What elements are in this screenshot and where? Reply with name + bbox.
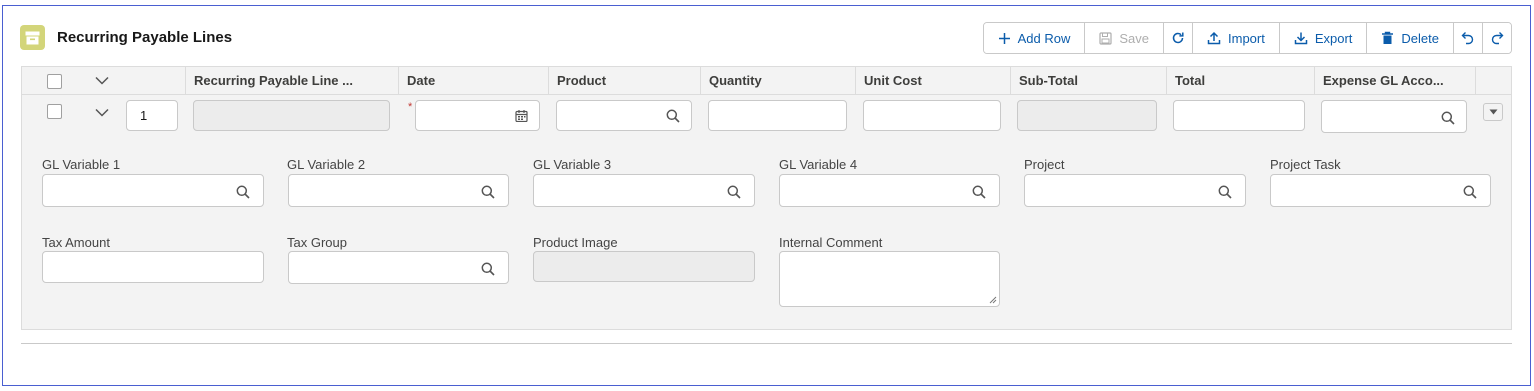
export-button[interactable]: Export	[1278, 23, 1367, 53]
product-image-field	[533, 251, 755, 282]
column-header-actions	[1475, 67, 1512, 95]
gl-variable-3-lookup[interactable]	[533, 174, 755, 207]
delete-label: Delete	[1401, 30, 1439, 46]
save-icon	[1099, 31, 1112, 45]
tax-amount-field[interactable]	[42, 251, 264, 283]
search-icon	[481, 262, 495, 276]
row-index-field[interactable]: 1	[126, 100, 178, 131]
select-all-checkbox[interactable]	[47, 74, 62, 89]
column-header-date[interactable]: Date	[398, 67, 548, 95]
save-button[interactable]: Save	[1084, 23, 1163, 53]
date-field[interactable]	[415, 100, 540, 131]
chevron-down-icon[interactable]	[95, 76, 109, 85]
internal-comment-textarea[interactable]	[779, 251, 1000, 307]
download-icon	[1294, 32, 1308, 45]
divider	[21, 343, 1512, 344]
column-header-total[interactable]: Total	[1166, 67, 1314, 95]
line-name-field	[193, 100, 390, 131]
add-row-label: Add Row	[1017, 30, 1071, 46]
product-image-label: Product Image	[533, 235, 618, 250]
delete-button[interactable]: Delete	[1366, 23, 1453, 53]
import-button[interactable]: Import	[1192, 23, 1279, 53]
caret-down-icon	[1489, 109, 1497, 115]
column-header-quantity[interactable]: Quantity	[700, 67, 855, 95]
undo-icon	[1461, 32, 1474, 45]
table-row: 1 *	[22, 96, 1511, 136]
save-label: Save	[1119, 30, 1149, 46]
gl-variable-2-label: GL Variable 2	[287, 157, 366, 172]
gl-variable-1-label: GL Variable 1	[42, 157, 121, 172]
project-lookup[interactable]	[1024, 174, 1246, 207]
search-icon	[972, 185, 986, 199]
project-label: Project	[1024, 157, 1065, 172]
search-icon	[236, 185, 250, 199]
chevron-down-icon[interactable]	[95, 108, 109, 117]
gl-variable-3-label: GL Variable 3	[533, 157, 612, 172]
refresh-icon	[1172, 32, 1184, 44]
column-header-sub-total[interactable]: Sub-Total	[1010, 67, 1166, 95]
quantity-field[interactable]	[708, 100, 847, 131]
upload-icon	[1207, 31, 1221, 45]
search-icon	[666, 109, 680, 123]
unit-cost-field[interactable]	[863, 100, 1001, 131]
archive-box-icon	[20, 25, 45, 50]
expense-gl-account-lookup[interactable]	[1321, 100, 1467, 133]
calendar-icon[interactable]	[515, 109, 528, 122]
internal-comment-label: Internal Comment	[779, 235, 883, 250]
column-header-expense-gl-account[interactable]: Expense GL Acco...	[1314, 67, 1475, 95]
trash-icon	[1382, 31, 1394, 44]
gl-variable-4-lookup[interactable]	[779, 174, 1000, 207]
search-icon	[1463, 185, 1477, 199]
search-icon	[727, 185, 741, 199]
tax-group-lookup[interactable]	[288, 251, 509, 284]
refresh-button[interactable]	[1163, 23, 1192, 53]
search-icon	[1218, 185, 1232, 199]
column-header-line[interactable]: Recurring Payable Line ...	[185, 67, 398, 95]
required-marker: *	[408, 101, 413, 113]
total-field[interactable]	[1173, 100, 1305, 131]
row-actions-menu[interactable]	[1483, 103, 1503, 121]
row-checkbox[interactable]	[47, 104, 62, 119]
search-icon	[481, 185, 495, 199]
grid-header: Recurring Payable Line ... Date Product …	[22, 67, 1511, 95]
resize-handle-icon[interactable]	[989, 296, 997, 304]
column-header-unit-cost[interactable]: Unit Cost	[855, 67, 1010, 95]
page-title: Recurring Payable Lines	[57, 29, 233, 46]
undo-button[interactable]	[1453, 23, 1482, 53]
redo-icon	[1491, 32, 1504, 45]
gl-variable-4-label: GL Variable 4	[779, 157, 858, 172]
tax-amount-label: Tax Amount	[42, 235, 110, 250]
search-icon	[1441, 111, 1455, 125]
project-task-label: Project Task	[1270, 157, 1341, 172]
import-label: Import	[1228, 30, 1265, 46]
product-lookup[interactable]	[556, 100, 692, 131]
toolbar: Add Row Save Import Export Delete	[982, 22, 1512, 54]
project-task-lookup[interactable]	[1270, 174, 1491, 207]
toolbar-group: Add Row Save Import Export Delete	[982, 22, 1512, 54]
tax-group-label: Tax Group	[287, 235, 347, 250]
column-header-product[interactable]: Product	[548, 67, 700, 95]
redo-button[interactable]	[1482, 23, 1511, 53]
gl-variable-2-lookup[interactable]	[288, 174, 509, 207]
lines-grid: Recurring Payable Line ... Date Product …	[21, 66, 1512, 330]
plus-icon	[998, 32, 1010, 44]
sub-total-field	[1017, 100, 1157, 131]
add-row-button[interactable]: Add Row	[983, 23, 1085, 53]
gl-variable-1-lookup[interactable]	[42, 174, 264, 207]
card-header: Recurring Payable Lines Add Row Save Imp…	[20, 19, 1512, 59]
export-label: Export	[1314, 30, 1353, 46]
